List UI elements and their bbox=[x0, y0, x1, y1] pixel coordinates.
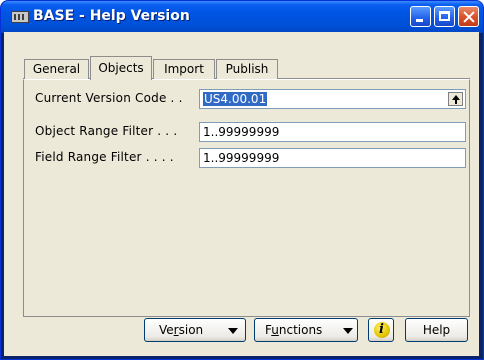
minimize-button[interactable] bbox=[410, 6, 431, 27]
chevron-down-icon bbox=[228, 328, 238, 334]
object-range-filter-value: 1..99999999 bbox=[203, 125, 280, 139]
table-icon[interactable] bbox=[11, 11, 29, 23]
tab-publish[interactable]: Publish bbox=[216, 59, 278, 79]
tab-objects[interactable]: Objects bbox=[90, 56, 152, 80]
field-range-filter-field[interactable]: 1..99999999 bbox=[199, 148, 466, 168]
version-button-label: Version bbox=[159, 323, 204, 337]
current-version-code-label: Current Version Code . . bbox=[35, 91, 183, 105]
field-range-filter-value: 1..99999999 bbox=[203, 151, 280, 165]
objects-tab-panel bbox=[23, 79, 470, 317]
window-title: BASE - Help Version bbox=[33, 8, 190, 24]
object-range-filter-label: Object Range Filter . . . bbox=[35, 124, 178, 138]
maximize-button[interactable] bbox=[434, 6, 455, 27]
title-bar[interactable]: BASE - Help Version bbox=[1, 1, 483, 33]
field-range-filter-label: Field Range Filter . . . . bbox=[35, 150, 174, 164]
close-button[interactable] bbox=[458, 6, 479, 27]
functions-button-label: Functions bbox=[265, 323, 323, 337]
tab-import[interactable]: Import bbox=[153, 59, 215, 79]
functions-menu-button[interactable]: Functions bbox=[254, 318, 358, 342]
info-icon bbox=[374, 319, 390, 341]
help-button[interactable]: Help bbox=[405, 318, 468, 342]
version-menu-button[interactable]: Version bbox=[144, 318, 246, 342]
info-button[interactable] bbox=[368, 318, 394, 342]
chevron-down-icon bbox=[343, 328, 353, 334]
tab-general[interactable]: General bbox=[24, 59, 89, 79]
lookup-arrow-icon[interactable] bbox=[448, 92, 463, 106]
current-version-code-value: US4.00.01 bbox=[203, 92, 268, 106]
current-version-code-field[interactable]: US4.00.01 bbox=[199, 89, 466, 109]
object-range-filter-field[interactable]: 1..99999999 bbox=[199, 122, 466, 142]
